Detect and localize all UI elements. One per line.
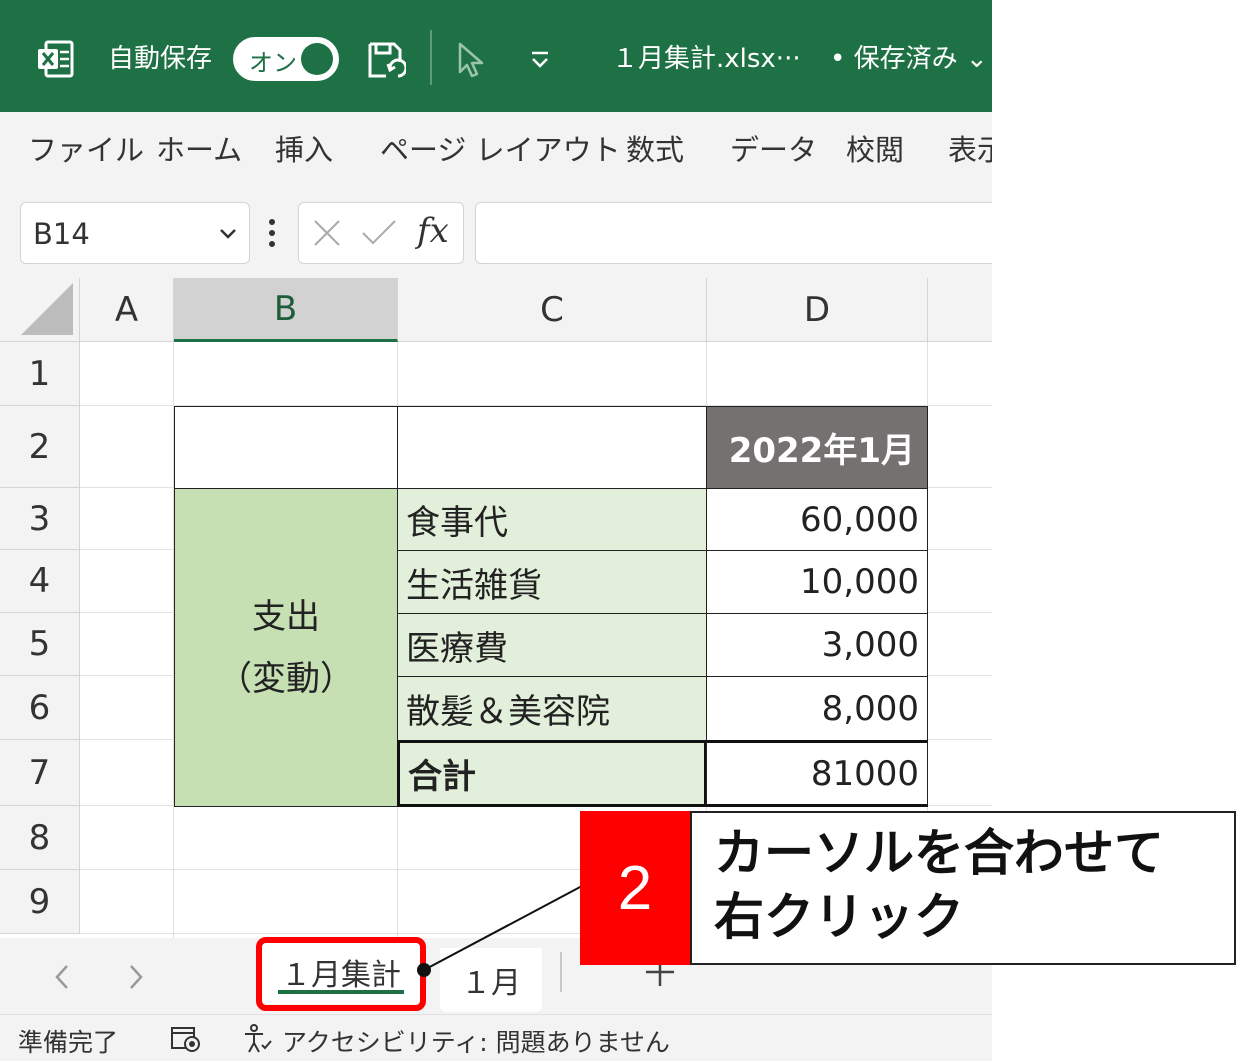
tab-insert[interactable]: 挿入	[275, 112, 333, 184]
excel-logo-icon	[38, 40, 74, 78]
insert-function-icon[interactable]: fx	[417, 211, 449, 251]
cancel-icon[interactable]	[311, 217, 343, 249]
select-all-button[interactable]	[0, 278, 80, 342]
accessibility-status[interactable]: アクセシビリティ: 問題ありません	[282, 1023, 670, 1059]
column-header-b[interactable]: B	[174, 278, 398, 342]
row-header-9[interactable]: 9	[0, 870, 80, 934]
tab-view[interactable]: 表示	[948, 112, 992, 184]
total-label[interactable]: 合計	[397, 740, 707, 807]
cell-b2[interactable]	[174, 406, 398, 489]
title-bar: 自動保存 オン １月集計.xlsx··· • 保存済み ⌄	[0, 0, 992, 112]
item-name[interactable]: 食事代	[397, 488, 707, 551]
highlight-box	[256, 937, 426, 1011]
autosave-toggle[interactable]: オン	[233, 37, 339, 81]
column-header-c[interactable]: C	[398, 278, 707, 342]
item-value[interactable]: 10,000	[706, 550, 928, 614]
item-value[interactable]: 8,000	[706, 676, 928, 741]
item-value[interactable]: 60,000	[706, 488, 928, 551]
row-header-8[interactable]: 8	[0, 806, 80, 870]
customize-quick-access-icon[interactable]	[528, 48, 552, 72]
chevron-right-icon[interactable]	[124, 960, 148, 994]
name-box[interactable]: B14	[20, 202, 250, 264]
tab-data[interactable]: データ	[730, 112, 817, 184]
sheet-tab[interactable]: １月	[440, 948, 542, 1012]
item-value[interactable]: 3,000	[706, 613, 928, 677]
tab-review[interactable]: 校閲	[846, 112, 904, 184]
toggle-knob	[301, 43, 333, 75]
tab-file[interactable]: ファイル	[28, 112, 144, 184]
total-value[interactable]: 81000	[706, 740, 928, 807]
row-header-3[interactable]: 3	[0, 488, 80, 550]
cell-b3-group[interactable]: 支出 （変動）	[174, 488, 398, 807]
formula-buttons: fx	[298, 202, 464, 264]
save-status[interactable]: • 保存済み ⌄	[830, 0, 988, 112]
row-header-5[interactable]: 5	[0, 613, 80, 676]
instruction-line1: カーソルを合わせて	[714, 824, 1164, 882]
step-badge: 2	[580, 811, 690, 965]
item-name[interactable]: 生活雑貨	[397, 550, 707, 614]
column-header-e[interactable]	[928, 278, 992, 342]
toggle-label: オン	[249, 49, 297, 77]
select-all-triangle-icon	[21, 283, 73, 335]
title-separator	[430, 30, 432, 85]
tab-page-layout[interactable]: ページ レイアウト	[380, 112, 621, 184]
file-name[interactable]: １月集計.xlsx···	[612, 0, 801, 112]
enter-check-icon[interactable]	[361, 217, 397, 249]
status-ready: 準備完了	[18, 1028, 119, 1057]
tab-home[interactable]: ホーム	[156, 112, 242, 184]
instruction-line2: 右クリック	[714, 888, 964, 946]
column-header-a[interactable]: A	[80, 278, 174, 342]
autosave-label: 自動保存	[108, 43, 213, 74]
sheet-tab-label: １月	[461, 966, 521, 1001]
formula-bar: B14 fx	[0, 184, 992, 278]
ribbon-tabs: ファイル ホーム 挿入 ページ レイアウト 数式 データ 校閲 表示	[0, 112, 992, 184]
row-header-6[interactable]: 6	[0, 676, 80, 740]
formula-input[interactable]	[475, 202, 992, 264]
group-label-line2: （変動）	[218, 658, 354, 699]
cell-d2-header[interactable]: 2022年1月	[706, 406, 928, 489]
item-name[interactable]: 医療費	[397, 613, 707, 677]
tab-formulas[interactable]: 数式	[626, 112, 684, 184]
chevron-down-icon[interactable]	[219, 225, 237, 243]
cell-c2[interactable]	[397, 406, 707, 489]
macro-record-icon[interactable]	[170, 1025, 202, 1053]
row-header-7[interactable]: 7	[0, 740, 80, 806]
tab-separator	[560, 952, 562, 992]
instruction-callout: カーソルを合わせて 右クリック	[690, 811, 1236, 965]
name-box-value: B14	[33, 217, 90, 251]
save-icon[interactable]	[366, 40, 406, 80]
row-header-1[interactable]: 1	[0, 342, 80, 406]
status-bar: 準備完了 アクセシビリティ: 問題ありません	[0, 1014, 992, 1061]
row-header-4[interactable]: 4	[0, 550, 80, 613]
touch-mode-icon[interactable]	[456, 42, 486, 78]
more-options-icon[interactable]	[268, 218, 276, 248]
column-header-d[interactable]: D	[707, 278, 928, 342]
chevron-left-icon[interactable]	[50, 960, 74, 994]
item-name[interactable]: 散髪＆美容院	[397, 676, 707, 741]
group-label-line1: 支出	[252, 596, 320, 637]
accessibility-icon[interactable]	[242, 1023, 274, 1055]
row-header-2[interactable]: 2	[0, 406, 80, 488]
